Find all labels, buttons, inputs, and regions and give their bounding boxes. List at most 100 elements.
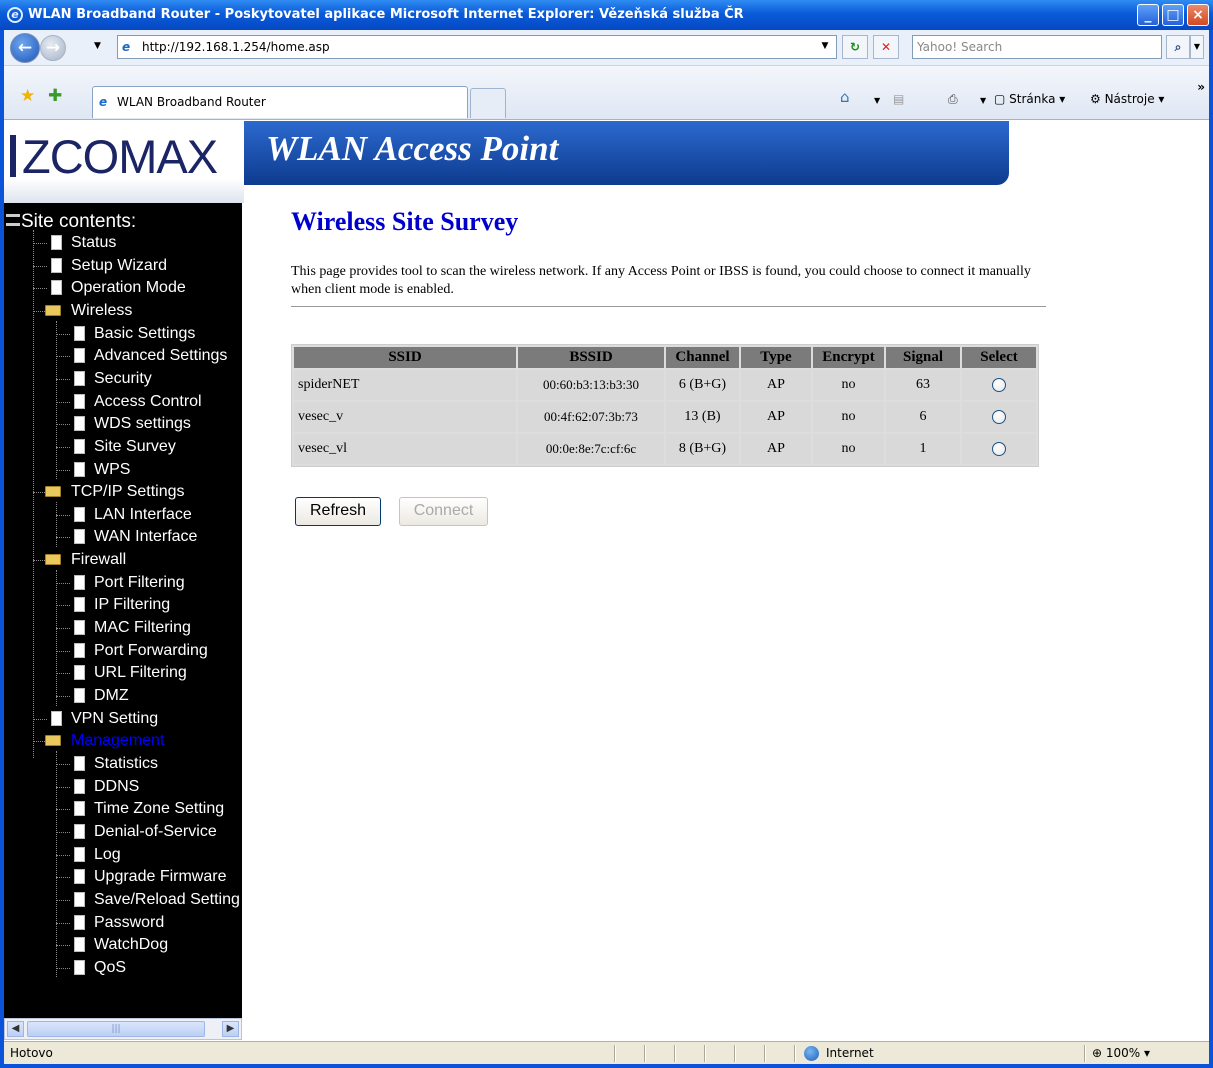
document-icon [74,461,85,477]
refresh-icon[interactable]: ↻ [842,35,868,59]
sidebar-item[interactable]: IP Filtering [56,594,170,616]
maximize-button[interactable]: □ [1162,4,1184,26]
sidebar-item[interactable]: Password [56,912,165,934]
favorites-tab-bar: ★ ✚ e WLAN Broadband Router ⌂ ▼ ▤ ⎙ ▼ ▢ … [4,66,1209,120]
sidebar-item[interactable]: MAC Filtering [56,617,191,639]
sidebar-item[interactable]: Port Filtering [56,572,185,594]
new-tab-button[interactable] [470,88,506,118]
page-menu[interactable]: ▢ Stránka ▾ [994,92,1065,106]
print-dropdown-icon[interactable]: ▼ [980,96,986,105]
sidebar-item[interactable]: TCP/IP Settings [33,481,185,503]
sidebar-item[interactable]: DDNS [56,776,139,798]
select-radio[interactable] [992,409,1006,424]
sidebar-item[interactable]: LAN Interface [56,504,192,526]
sidebar-item[interactable]: Log [56,844,121,866]
table-cell: vesec_vl [294,434,516,464]
back-button[interactable]: ← [10,33,40,63]
sidebar-item[interactable]: DMZ [56,685,129,707]
scroll-thumb[interactable]: ||| [27,1021,205,1037]
sidebar-item-label: TCP/IP Settings [71,483,185,501]
sidebar-item[interactable]: Upgrade Firmware [56,866,226,888]
sidebar-item[interactable]: QoS [56,957,126,979]
document-icon [74,438,85,454]
search-icon[interactable]: ⌕ [1166,35,1190,59]
sidebar-item[interactable]: WatchDog [56,934,168,956]
sidebar-item[interactable]: Denial-of-Service [56,821,217,843]
favorites-star-icon[interactable]: ★ [20,86,35,106]
document-icon [74,959,85,975]
sidebar-item[interactable]: Port Forwarding [56,640,208,662]
column-header: Signal [886,347,960,368]
status-text: Hotovo [10,1046,53,1060]
stop-icon[interactable]: ✕ [873,35,899,59]
sidebar-item[interactable]: Security [56,368,152,390]
sidebar-item-label: Password [94,913,165,931]
sidebar-item[interactable]: Advanced Settings [56,345,227,367]
folder-icon [45,304,61,316]
sidebar-item[interactable]: WDS settings [56,413,191,435]
sidebar-heading-label: Site contents: [21,211,137,232]
window-titlebar[interactable]: e WLAN Broadband Router - Poskytovatel a… [0,0,1213,30]
sidebar-item[interactable]: Setup Wizard [33,255,167,277]
browser-tab[interactable]: e WLAN Broadband Router [92,86,468,118]
feeds-icon[interactable]: ▤ [893,92,904,106]
search-options-icon[interactable]: ▼ [1190,35,1204,59]
sidebar-item[interactable]: Time Zone Setting [56,798,224,820]
document-icon [74,937,85,953]
home-icon[interactable]: ⌂ [840,88,850,106]
scroll-left-icon[interactable]: ◀ [7,1021,24,1037]
sidebar-item[interactable]: VPN Setting [33,708,158,730]
address-dropdown-icon[interactable]: ▼ [815,35,835,59]
document-icon [51,235,62,250]
forward-button[interactable]: → [40,35,66,61]
sidebar-item-label: WPS [94,460,131,478]
folder-icon [45,486,61,498]
table-cell: no [813,370,884,400]
sidebar-item[interactable]: Wireless [33,300,132,322]
print-icon[interactable]: ⎙ [948,92,958,107]
table-cell: 1 [886,434,960,464]
document-icon [74,620,85,636]
document-icon [74,393,85,409]
sidebar-item[interactable]: URL Filtering [56,662,187,684]
tools-menu[interactable]: ⚙ Nástroje ▾ [1090,92,1164,106]
page-icon: e [122,40,131,54]
document-icon [74,869,85,885]
scroll-right-icon[interactable]: ▶ [222,1021,239,1037]
home-dropdown-icon[interactable]: ▼ [874,96,880,105]
sidebar-item-label: Site Survey [94,437,176,455]
sidebar-item-label: Operation Mode [71,279,186,297]
table-cell: 6 (B+G) [666,370,739,400]
select-cell [962,370,1036,400]
minimize-button[interactable]: _ [1137,4,1159,26]
table-row: vesec_v 00:4f:62:07:3b:73 13 (B) AP no 6 [294,402,1036,432]
close-button[interactable]: × [1187,4,1209,26]
history-dropdown-icon[interactable]: ▼ [94,41,101,51]
sidebar-item[interactable]: Save/Reload Setting [56,889,240,911]
window-title: WLAN Broadband Router - Poskytovatel apl… [28,7,744,22]
sidebar-item[interactable]: Access Control [56,391,202,413]
sidebar-item[interactable]: Management [33,730,164,752]
refresh-button[interactable]: Refresh [295,497,381,526]
add-favorites-icon[interactable]: ✚ [48,86,62,106]
toolbar-overflow-icon[interactable]: » [1197,80,1205,94]
connect-button[interactable]: Connect [399,497,488,526]
table-cell: AP [741,370,811,400]
sidebar-item[interactable]: Statistics [56,753,158,775]
sidebar-item[interactable]: Basic Settings [56,323,195,345]
sidebar-item[interactable]: WPS [56,459,131,481]
globe-icon [804,1046,819,1061]
sidebar-item[interactable]: Operation Mode [33,277,186,299]
document-icon [74,688,85,703]
sidebar-item[interactable]: Status [33,232,116,254]
sidebar-item[interactable]: Site Survey [56,436,176,458]
sidebar-item[interactable]: WAN Interface [56,526,197,548]
sidebar-scrollbar[interactable]: ◀ ||| ▶ [4,1018,242,1040]
search-input[interactable]: Yahoo! Search [912,35,1162,59]
sidebar-item[interactable]: Firewall [33,549,126,571]
address-input[interactable]: e http://192.168.1.254/home.asp [117,35,837,59]
zoom-control[interactable]: ⊕ 100% ▾ [1092,1042,1150,1064]
select-radio[interactable] [992,441,1006,456]
select-radio[interactable] [992,377,1006,392]
address-toolbar: ← → ▼ e http://192.168.1.254/home.asp ▼ … [4,30,1209,66]
